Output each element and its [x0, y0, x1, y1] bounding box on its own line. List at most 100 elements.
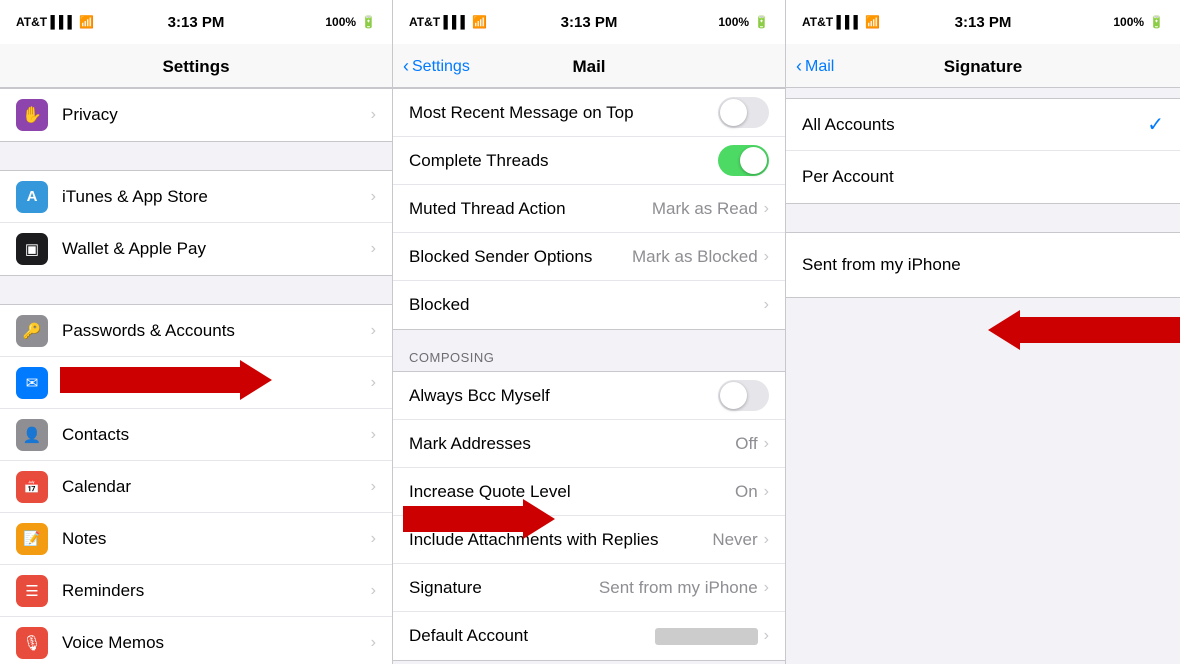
- complete-threads-toggle[interactable]: [718, 145, 769, 176]
- default-account-label: Default Account: [409, 626, 655, 646]
- settings-item-privacy[interactable]: ✋ Privacy ›: [0, 89, 392, 141]
- complete-threads-knob: [740, 147, 767, 174]
- settings-item-itunes[interactable]: A iTunes & App Store ›: [0, 171, 392, 223]
- signature-group: All Accounts ✓ Per Account: [786, 98, 1180, 204]
- include-attachments-label: Include Attachments with Replies: [409, 530, 712, 550]
- muted-thread-label: Muted Thread Action: [409, 199, 652, 219]
- battery-icon-3: 🔋: [1149, 15, 1164, 29]
- itunes-chevron: ›: [371, 188, 376, 206]
- battery-area-1: 100% 🔋: [325, 15, 376, 29]
- most-recent-label: Most Recent Message on Top: [409, 103, 718, 123]
- reminders-icon: ☰: [16, 575, 48, 607]
- sig-item-all-accounts[interactable]: All Accounts ✓: [786, 99, 1180, 151]
- battery-pct-3: 100%: [1113, 15, 1144, 29]
- settings-item-contacts[interactable]: 👤 Contacts ›: [0, 409, 392, 461]
- status-bar-2: AT&T ▌▌▌ 📶 3:13 PM 100% 🔋: [393, 0, 785, 44]
- signature-chevron: ›: [764, 579, 769, 597]
- calendar-icon: 📅: [16, 471, 48, 503]
- include-attachments-value: Never: [712, 530, 757, 550]
- battery-pct-1: 100%: [325, 15, 356, 29]
- mail-nav-bar: ‹ Settings Mail: [393, 44, 785, 88]
- mail-item-signature[interactable]: Signature Sent from my iPhone ›: [393, 564, 785, 612]
- always-bcc-toggle[interactable]: [718, 380, 769, 411]
- privacy-chevron: ›: [371, 106, 376, 124]
- blocked-sender-label: Blocked Sender Options: [409, 247, 632, 267]
- notes-chevron: ›: [371, 530, 376, 548]
- mail-item-muted-thread[interactable]: Muted Thread Action Mark as Read ›: [393, 185, 785, 233]
- settings-item-calendar[interactable]: 📅 Calendar ›: [0, 461, 392, 513]
- mail-back-button[interactable]: ‹ Settings: [403, 56, 470, 77]
- mail-panel: AT&T ▌▌▌ 📶 3:13 PM 100% 🔋 ‹ Settings Mai…: [393, 0, 786, 664]
- passwords-label: Passwords & Accounts: [62, 321, 371, 341]
- signature-text-group: Sent from my iPhone: [786, 232, 1180, 298]
- signal-icon-2: ▌▌▌: [443, 15, 469, 29]
- settings-nav-bar: Settings: [0, 44, 392, 88]
- signature-back-button[interactable]: ‹ Mail: [796, 56, 834, 77]
- settings-item-notes[interactable]: 📝 Notes ›: [0, 513, 392, 565]
- wifi-icon-2: 📶: [472, 15, 487, 29]
- muted-thread-value: Mark as Read: [652, 199, 758, 219]
- mail-label: Mail: [62, 373, 371, 393]
- default-account-value: ▓▓▓▓▓▓▓▓▓▓: [655, 628, 758, 645]
- voice-memos-chevron: ›: [371, 634, 376, 652]
- settings-item-passwords[interactable]: 🔑 Passwords & Accounts ›: [0, 305, 392, 357]
- wallet-label: Wallet & Apple Pay: [62, 239, 371, 259]
- battery-icon-1: 🔋: [361, 15, 376, 29]
- mail-item-include-attachments[interactable]: Include Attachments with Replies Never ›: [393, 516, 785, 564]
- mark-addresses-label: Mark Addresses: [409, 434, 735, 454]
- include-attachments-chevron: ›: [764, 531, 769, 549]
- settings-item-voice-memos[interactable]: 🎙 Voice Memos ›: [0, 617, 392, 664]
- notes-label: Notes: [62, 529, 371, 549]
- always-bcc-label: Always Bcc Myself: [409, 386, 718, 406]
- mail-item-most-recent[interactable]: Most Recent Message on Top: [393, 89, 785, 137]
- carrier-text-3: AT&T: [802, 15, 833, 29]
- most-recent-toggle[interactable]: [718, 97, 769, 128]
- contacts-chevron: ›: [371, 426, 376, 444]
- itunes-label: iTunes & App Store: [62, 187, 371, 207]
- voice-memos-icon: 🎙: [16, 627, 48, 659]
- mail-group-1: Most Recent Message on Top Complete Thre…: [393, 88, 785, 330]
- passwords-chevron: ›: [371, 322, 376, 340]
- signature-title: Signature: [944, 57, 1022, 77]
- muted-thread-chevron: ›: [764, 200, 769, 218]
- wifi-icon-3: 📶: [865, 15, 880, 29]
- battery-pct-2: 100%: [718, 15, 749, 29]
- carrier-1: AT&T ▌▌▌ 📶: [16, 15, 94, 29]
- sig-text-item: Sent from my iPhone: [786, 233, 1180, 297]
- settings-panel: AT&T ▌▌▌ 📶 3:13 PM 100% 🔋 Settings ✋ Pri…: [0, 0, 393, 664]
- carrier-3: AT&T ▌▌▌ 📶: [802, 15, 880, 29]
- complete-threads-label: Complete Threads: [409, 151, 718, 171]
- sig-back-chevron-icon: ‹: [796, 56, 802, 77]
- signature-text: Sent from my iPhone: [802, 255, 961, 275]
- signature-nav-bar: ‹ Mail Signature: [786, 44, 1180, 88]
- all-accounts-check: ✓: [1147, 112, 1164, 137]
- mail-item-complete-threads[interactable]: Complete Threads: [393, 137, 785, 185]
- time-1: 3:13 PM: [168, 14, 225, 31]
- settings-item-mail[interactable]: ✉ Mail ›: [0, 357, 392, 409]
- itunes-icon: A: [16, 181, 48, 213]
- signal-icon-3: ▌▌▌: [836, 15, 862, 29]
- carrier-text-1: AT&T: [16, 15, 47, 29]
- signature-label: Signature: [409, 578, 599, 598]
- settings-item-reminders[interactable]: ☰ Reminders ›: [0, 565, 392, 617]
- mail-item-blocked[interactable]: Blocked ›: [393, 281, 785, 329]
- mail-item-increase-quote[interactable]: Increase Quote Level On ›: [393, 468, 785, 516]
- calendar-label: Calendar: [62, 477, 371, 497]
- mail-group-2: Always Bcc Myself Mark Addresses Off › I…: [393, 371, 785, 661]
- mail-icon: ✉: [16, 367, 48, 399]
- mail-item-always-bcc[interactable]: Always Bcc Myself: [393, 372, 785, 420]
- settings-item-wallet[interactable]: ▣ Wallet & Apple Pay ›: [0, 223, 392, 275]
- mail-item-mark-addresses[interactable]: Mark Addresses Off ›: [393, 420, 785, 468]
- privacy-icon: ✋: [16, 99, 48, 131]
- increase-quote-label: Increase Quote Level: [409, 482, 735, 502]
- passwords-icon: 🔑: [16, 315, 48, 347]
- carrier-2: AT&T ▌▌▌ 📶: [409, 15, 487, 29]
- mail-item-blocked-sender[interactable]: Blocked Sender Options Mark as Blocked ›: [393, 233, 785, 281]
- sig-item-per-account[interactable]: Per Account: [786, 151, 1180, 203]
- back-chevron-icon: ‹: [403, 56, 409, 77]
- increase-quote-chevron: ›: [764, 483, 769, 501]
- signature-value: Sent from my iPhone: [599, 578, 758, 598]
- mail-item-default-account[interactable]: Default Account ▓▓▓▓▓▓▓▓▓▓ ›: [393, 612, 785, 660]
- mail-title: Mail: [572, 57, 605, 77]
- mail-back-label: Settings: [412, 58, 470, 76]
